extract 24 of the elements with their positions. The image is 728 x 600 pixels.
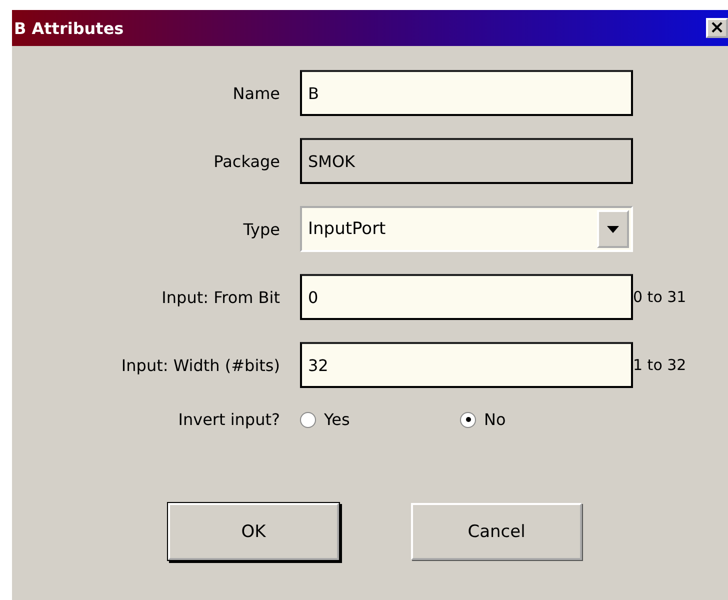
radio-option[interactable]: Yes bbox=[300, 410, 460, 429]
field-label: Name bbox=[232, 84, 280, 102]
type-dropdown[interactable]: InputPort bbox=[300, 206, 633, 252]
field-label: Input: From Bit bbox=[162, 288, 280, 306]
dialog-button[interactable]: OK bbox=[168, 503, 339, 560]
dropdown-value: InputPort bbox=[308, 219, 386, 239]
close-button[interactable]: × bbox=[706, 18, 728, 38]
field-label: Invert input? bbox=[178, 410, 280, 429]
input-field[interactable]: B bbox=[300, 70, 633, 116]
range-hint: 0 to 31 bbox=[633, 288, 688, 306]
input-field[interactable]: 0 bbox=[300, 274, 633, 320]
radio-option[interactable]: No bbox=[460, 410, 620, 429]
radio-label: Yes bbox=[324, 410, 350, 429]
field-label: Input: Width (#bits) bbox=[121, 356, 280, 374]
radio-label: No bbox=[484, 410, 506, 429]
input-field[interactable]: 32 bbox=[300, 342, 633, 388]
dialog-button[interactable]: Cancel bbox=[411, 503, 582, 560]
range-hint: 1 to 32 bbox=[633, 356, 688, 374]
input-field[interactable]: SMOK bbox=[300, 138, 633, 184]
radio-icon[interactable] bbox=[300, 412, 316, 428]
field-label: Type bbox=[243, 220, 280, 238]
radio-icon[interactable] bbox=[460, 412, 476, 428]
window-title: B Attributes bbox=[14, 18, 124, 38]
field-label: Package bbox=[214, 152, 280, 170]
